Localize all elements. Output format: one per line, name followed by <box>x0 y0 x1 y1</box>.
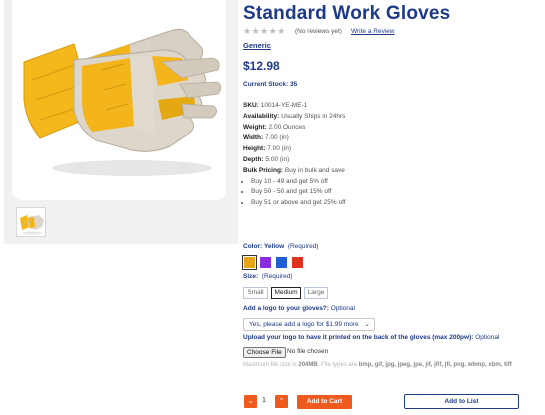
file-status: No file chosen <box>287 348 329 355</box>
brand-link[interactable]: Generic <box>243 41 271 50</box>
spec-value: 5.00 (in) <box>265 155 290 163</box>
gloves-image <box>23 28 222 176</box>
add-to-list-button[interactable]: Add to List <box>404 394 519 409</box>
spec-value: 10014-YE-ME-1 <box>260 102 308 109</box>
chevron-down-icon: ⌄ <box>247 398 254 405</box>
color-selected-value: Yellow <box>263 243 285 250</box>
spec-width: Width: 7.00 (in) <box>243 133 346 144</box>
gloves-thumbnail-image <box>20 215 44 235</box>
spec-label: Weight: <box>243 123 267 131</box>
bulk-tier: Buy 10 - 49 and get 5% off <box>251 177 346 188</box>
logo-option-key: Add a logo to your gloves?: <box>243 305 329 312</box>
optional-tag: Optional <box>330 305 355 312</box>
reviews-count: (No reviews yet) <box>295 28 342 35</box>
color-swatch-yellow[interactable] <box>242 255 257 270</box>
spec-value: 7.00 (in) <box>267 145 292 153</box>
spec-availability: Availability: Usually Ships in 24hrs <box>243 112 346 123</box>
spec-label: Depth: <box>243 155 264 163</box>
logo-option-label: Add a logo to your gloves?: Optional <box>243 305 355 312</box>
bulk-tier: Buy 50 - 50 and get 15% off <box>251 187 346 198</box>
quantity-value[interactable]: 1 <box>262 397 266 404</box>
file-types-prefix: . File types are <box>317 362 358 368</box>
size-option-small[interactable]: Small <box>243 287 268 299</box>
upload-logo-key: Upload your logo to have it printed on t… <box>243 334 474 341</box>
size-option-medium[interactable]: Medium <box>271 287 301 299</box>
color-swatch-red[interactable] <box>292 257 303 268</box>
required-tag: (Required) <box>287 243 319 250</box>
spec-height: Height: 7.00 (in) <box>243 144 346 155</box>
spec-weight: Weight: 2.00 Ounces <box>243 123 346 134</box>
spec-depth: Depth: 5.00 (in) <box>243 155 346 166</box>
spec-value: Buy in bulk and save <box>284 166 345 174</box>
required-tag: (Required) <box>261 273 293 280</box>
quantity-decrement-button[interactable]: ⌄ <box>244 395 257 408</box>
upload-logo-label: Upload your logo to have it printed on t… <box>243 334 499 341</box>
rating-stars-icon: ★★★★★ <box>243 26 286 36</box>
spec-bulk-pricing: Bulk Pricing: Buy in bulk and save <box>243 166 346 177</box>
choose-file-button[interactable]: Choose File <box>243 347 286 358</box>
bulk-pricing-list: Buy 10 - 49 and get 5% off Buy 50 - 50 a… <box>251 177 346 209</box>
spec-value: Usually Ships in 24hrs <box>281 112 346 120</box>
product-title: Standard Work Gloves <box>243 3 451 24</box>
color-label: Color: Yellow (Required) <box>243 243 319 250</box>
spec-label: SKU: <box>243 102 259 109</box>
quantity-increment-button[interactable]: ⌃ <box>275 395 288 408</box>
spec-label: Bulk Pricing: <box>243 166 284 174</box>
file-types-value: bmp, gif, jpg, jpeg, jpe, jif, jfif, jfi… <box>358 362 512 368</box>
product-price: $12.98 <box>243 59 280 73</box>
logo-option-select[interactable]: Yes, please add a logo for $1.99 more ⌄ <box>243 318 375 331</box>
write-review-link[interactable]: Write a Review <box>351 28 395 35</box>
color-swatch-purple[interactable] <box>260 257 271 268</box>
spec-label: Width: <box>243 134 264 142</box>
product-gallery <box>4 0 238 244</box>
max-size-value: 204MB <box>298 362 318 368</box>
bulk-tier: Buy 51 or above and get 25% off <box>251 198 346 209</box>
size-option-large[interactable]: Large <box>304 287 328 299</box>
product-main-image[interactable] <box>12 0 226 200</box>
chevron-down-icon: ⌄ <box>364 321 370 328</box>
add-to-cart-button[interactable]: Add to Cart <box>297 395 352 409</box>
spec-sku: SKU: 10014-YE-ME-1 <box>243 101 346 112</box>
file-size-hint: Maximum file size is 204MB. File types a… <box>243 361 523 370</box>
color-swatch-blue[interactable] <box>276 257 287 268</box>
spec-label: Availability: <box>243 112 280 120</box>
logo-option-selected-value: Yes, please add a logo for $1.99 more <box>249 321 359 328</box>
optional-tag: Optional <box>475 334 500 341</box>
max-size-prefix: Maximum file size is <box>243 362 297 368</box>
chevron-up-icon: ⌃ <box>278 398 285 405</box>
color-label-key: Color: <box>243 243 263 250</box>
current-stock: Current Stock: 35 <box>243 81 298 88</box>
product-specs: SKU: 10014-YE-ME-1 Availability: Usually… <box>243 101 346 209</box>
spec-value: 2.00 Ounces <box>268 123 306 131</box>
product-thumbnail[interactable] <box>16 207 46 237</box>
size-label-key: Size: <box>243 273 259 280</box>
size-label: Size: (Required) <box>243 273 293 280</box>
spec-value: 7.00 (in) <box>264 134 289 142</box>
spec-label: Height: <box>243 145 266 153</box>
